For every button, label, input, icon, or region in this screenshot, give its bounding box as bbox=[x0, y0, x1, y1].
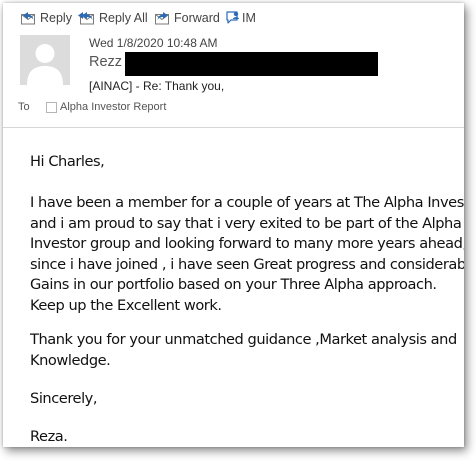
reply-icon bbox=[20, 11, 37, 26]
instant-message-button[interactable]: IM bbox=[225, 7, 256, 29]
sender-name[interactable]: Rezz bbox=[89, 54, 122, 70]
reply-all-button[interactable]: Reply All bbox=[77, 7, 148, 29]
recipient-presence-icon bbox=[46, 102, 57, 113]
forward-button[interactable]: Forward bbox=[154, 7, 220, 29]
instant-message-icon bbox=[225, 10, 241, 26]
to-label: To bbox=[18, 101, 30, 113]
email-reading-pane: Reply Reply All Forward IM Wed 1/8/2020 … bbox=[3, 3, 464, 447]
body-line: Gains in our portfolio based on your Thr… bbox=[30, 276, 437, 293]
body-line: since i have joined , i have seen Great … bbox=[30, 255, 464, 273]
body-line: Thank you for your unmatched guidance ,M… bbox=[30, 331, 457, 348]
body-line: I have been a member for a couple of yea… bbox=[30, 194, 464, 211]
redaction-bar bbox=[125, 52, 378, 76]
forward-icon bbox=[154, 11, 171, 26]
message-date: Wed 1/8/2020 10:48 AM bbox=[89, 36, 218, 50]
forward-label: Forward bbox=[174, 11, 220, 25]
message-subject: [AINAC] - Re: Thank you, bbox=[89, 79, 225, 93]
body-paragraph-1: I have been a member for a couple of yea… bbox=[30, 193, 464, 316]
reply-label: Reply bbox=[40, 11, 72, 25]
header-divider bbox=[3, 127, 464, 128]
body-paragraph-2: Thank you for your unmatched guidance ,M… bbox=[30, 330, 457, 371]
reply-all-icon bbox=[77, 11, 96, 26]
body-line: Knowledge. bbox=[30, 351, 111, 369]
message-toolbar: Reply Reply All Forward IM bbox=[3, 3, 464, 31]
recipient-name[interactable]: Alpha Investor Report bbox=[60, 101, 166, 113]
body-line: and i am proud to say that i very exited… bbox=[30, 214, 462, 232]
signature-line: Reza. bbox=[30, 428, 68, 445]
greeting-line: Hi Charles, bbox=[30, 153, 105, 170]
reply-button[interactable]: Reply bbox=[20, 7, 72, 29]
person-silhouette-icon bbox=[20, 35, 70, 85]
body-line: Investor group and looking forward to ma… bbox=[30, 235, 464, 252]
im-label: IM bbox=[242, 11, 256, 25]
reply-all-label: Reply All bbox=[99, 11, 148, 25]
body-line: Keep up the Excellent work. bbox=[30, 296, 222, 314]
closing-line: Sincerely, bbox=[30, 390, 98, 407]
sender-avatar[interactable] bbox=[20, 35, 70, 85]
